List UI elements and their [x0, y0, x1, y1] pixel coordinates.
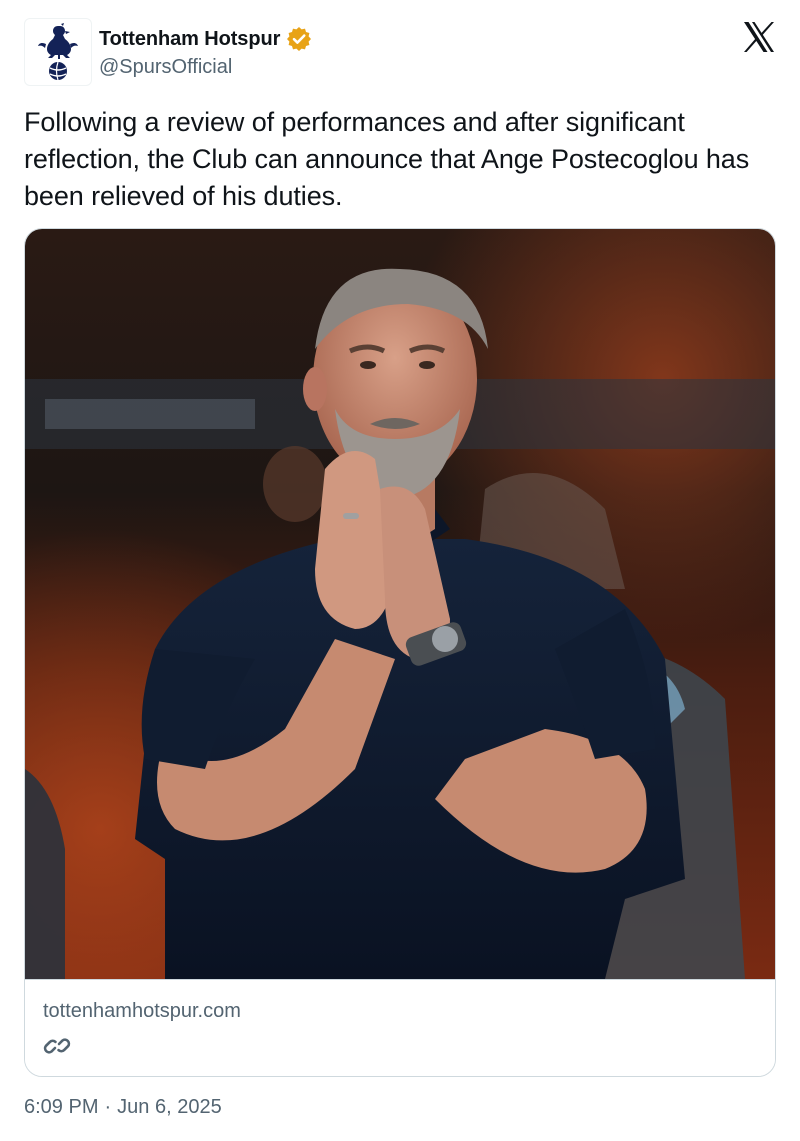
card-domain[interactable]: tottenhamhotspur.com	[43, 1000, 241, 1023]
link-preview-card[interactable]: tottenhamhotspur.com	[24, 228, 776, 1077]
tweet-text: Following a review of performances and a…	[24, 107, 750, 211]
x-logo-icon[interactable]	[742, 20, 776, 54]
tweet-date: Jun 6, 2025	[117, 1096, 222, 1118]
card-image[interactable]	[25, 229, 775, 979]
link-icon	[43, 1032, 71, 1060]
profile-avatar[interactable]	[24, 18, 92, 86]
card-footer[interactable]: tottenhamhotspur.com	[25, 979, 775, 1076]
author-name-row: Tottenham Hotspur	[99, 24, 312, 54]
verified-badge-icon	[286, 26, 312, 52]
author-display-name[interactable]: Tottenham Hotspur	[99, 28, 280, 51]
tweet-card: Tottenham Hotspur @SpursOfficial Followi…	[0, 0, 800, 1141]
timestamp-separator: ·	[104, 1096, 112, 1118]
author-handle[interactable]: @SpursOfficial	[99, 56, 232, 79]
manager-applauding-photo	[25, 229, 775, 979]
cockerel-crest-icon	[38, 23, 78, 81]
tweet-timestamp[interactable]: 6:09 PM · Jun 6, 2025	[24, 1096, 222, 1119]
tweet-time: 6:09 PM	[24, 1096, 99, 1118]
